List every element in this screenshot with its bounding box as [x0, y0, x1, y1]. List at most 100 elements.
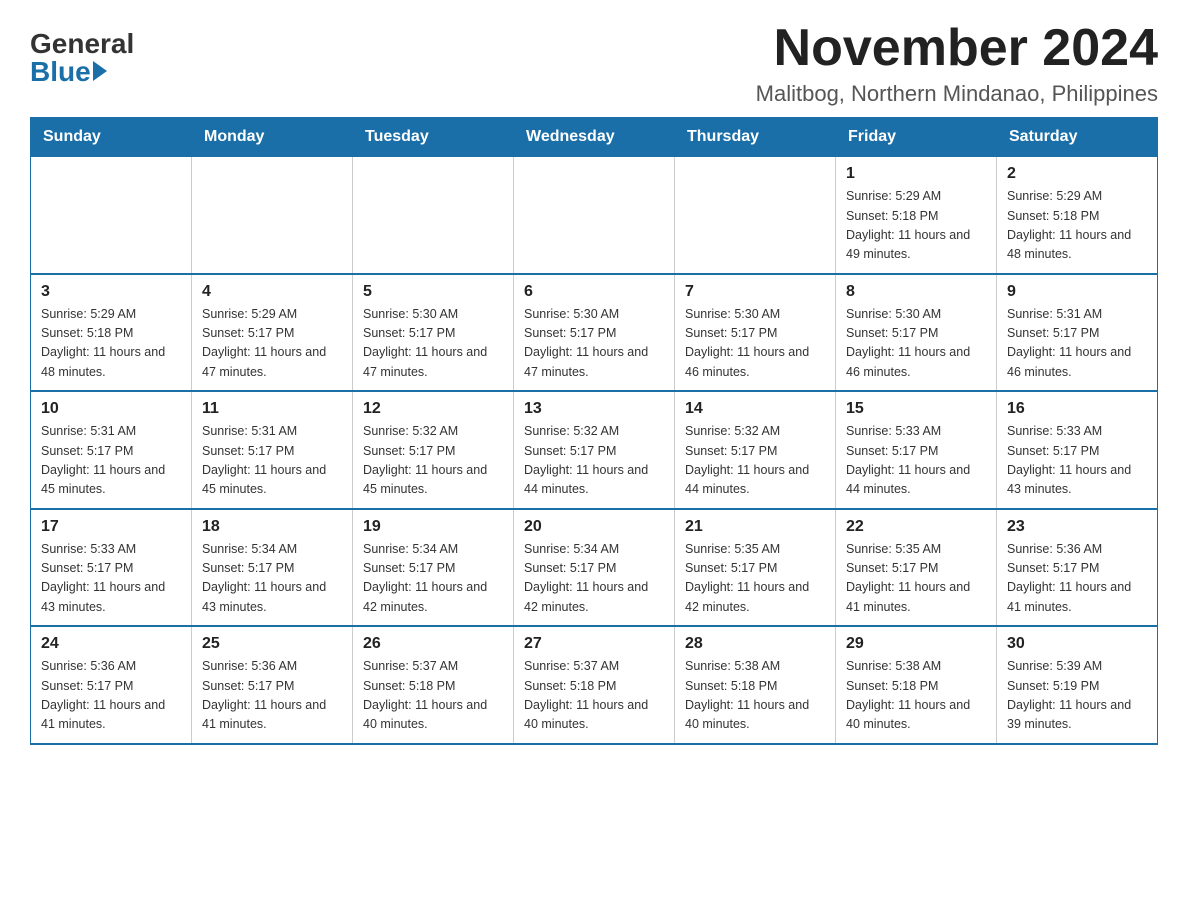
- calendar-day-cell: 30 Sunrise: 5:39 AMSunset: 5:19 PMDayligh…: [997, 626, 1158, 744]
- calendar-day-cell: 26Sunrise: 5:37 AMSunset: 5:18 PMDayligh…: [353, 626, 514, 744]
- day-number: 22: [846, 518, 986, 536]
- day-number: 10: [41, 400, 181, 418]
- day-number: 7: [685, 283, 825, 301]
- calendar-week-row: 3 Sunrise: 5:29 AMSunset: 5:18 PMDaylight…: [31, 274, 1158, 392]
- calendar-day-cell: 15 Sunrise: 5:33 AMSunset: 5:17 PMDayligh…: [836, 391, 997, 509]
- calendar-day-cell: 17 Sunrise: 5:33 AMSunset: 5:17 PMDayligh…: [31, 509, 192, 627]
- day-number: 27: [524, 635, 664, 653]
- day-number: 2: [1007, 165, 1147, 183]
- calendar-table: SundayMondayTuesdayWednesdayThursdayFrid…: [30, 117, 1158, 745]
- calendar-day-cell: 7Sunrise: 5:30 AMSunset: 5:17 PMDaylight…: [675, 274, 836, 392]
- calendar-day-cell: 2 Sunrise: 5:29 AMSunset: 5:18 PMDaylight…: [997, 157, 1158, 274]
- day-sun-info: Sunrise: 5:32 AMSunset: 5:17 PMDaylight:…: [363, 422, 503, 500]
- day-number: 29: [846, 635, 986, 653]
- calendar-day-cell: 27 Sunrise: 5:37 AMSunset: 5:18 PMDayligh…: [514, 626, 675, 744]
- day-sun-info: Sunrise: 5:29 AMSunset: 5:17 PMDaylight:…: [202, 305, 342, 383]
- day-number: 21: [685, 518, 825, 536]
- day-sun-info: Sunrise: 5:31 AMSunset: 5:17 PMDaylight:…: [1007, 305, 1147, 383]
- calendar-day-cell: 19 Sunrise: 5:34 AMSunset: 5:17 PMDayligh…: [353, 509, 514, 627]
- day-sun-info: Sunrise: 5:39 AMSunset: 5:19 PMDaylight:…: [1007, 657, 1147, 735]
- day-sun-info: Sunrise: 5:30 AMSunset: 5:17 PMDaylight:…: [363, 305, 503, 383]
- logo-triangle-icon: [93, 61, 107, 81]
- title-section: November 2024 Malitbog, Northern Mindana…: [756, 20, 1158, 107]
- day-number: 25: [202, 635, 342, 653]
- day-number: 20: [524, 518, 664, 536]
- day-of-week-header: Saturday: [997, 118, 1158, 157]
- day-number: 23: [1007, 518, 1147, 536]
- day-sun-info: Sunrise: 5:32 AMSunset: 5:17 PMDaylight:…: [685, 422, 825, 500]
- month-year-title: November 2024: [756, 20, 1158, 77]
- calendar-day-cell: 9 Sunrise: 5:31 AMSunset: 5:17 PMDaylight…: [997, 274, 1158, 392]
- day-number: 5: [363, 283, 503, 301]
- calendar-day-cell: 1 Sunrise: 5:29 AMSunset: 5:18 PMDaylight…: [836, 157, 997, 274]
- day-number: 3: [41, 283, 181, 301]
- day-number: 28: [685, 635, 825, 653]
- logo-general-text: General: [30, 30, 134, 58]
- calendar-week-row: 17 Sunrise: 5:33 AMSunset: 5:17 PMDayligh…: [31, 509, 1158, 627]
- day-number: 6: [524, 283, 664, 301]
- calendar-day-cell: 18 Sunrise: 5:34 AMSunset: 5:17 PMDayligh…: [192, 509, 353, 627]
- day-number: 4: [202, 283, 342, 301]
- day-number: 19: [363, 518, 503, 536]
- day-number: 14: [685, 400, 825, 418]
- day-of-week-header: Wednesday: [514, 118, 675, 157]
- calendar-day-cell: 14 Sunrise: 5:32 AMSunset: 5:17 PMDayligh…: [675, 391, 836, 509]
- calendar-day-cell: 13 Sunrise: 5:32 AMSunset: 5:17 PMDayligh…: [514, 391, 675, 509]
- calendar-day-cell: [353, 157, 514, 274]
- day-of-week-header: Tuesday: [353, 118, 514, 157]
- day-sun-info: Sunrise: 5:34 AMSunset: 5:17 PMDaylight:…: [202, 540, 342, 618]
- calendar-body: 1 Sunrise: 5:29 AMSunset: 5:18 PMDaylight…: [31, 157, 1158, 744]
- day-sun-info: Sunrise: 5:29 AMSunset: 5:18 PMDaylight:…: [41, 305, 181, 383]
- calendar-week-row: 10 Sunrise: 5:31 AMSunset: 5:17 PMDayligh…: [31, 391, 1158, 509]
- day-sun-info: Sunrise: 5:36 AMSunset: 5:17 PMDaylight:…: [202, 657, 342, 735]
- location-subtitle: Malitbog, Northern Mindanao, Philippines: [756, 81, 1158, 107]
- day-number: 17: [41, 518, 181, 536]
- day-sun-info: Sunrise: 5:31 AMSunset: 5:17 PMDaylight:…: [202, 422, 342, 500]
- day-sun-info: Sunrise: 5:35 AMSunset: 5:17 PMDaylight:…: [846, 540, 986, 618]
- days-of-week-row: SundayMondayTuesdayWednesdayThursdayFrid…: [31, 118, 1158, 157]
- day-number: 15: [846, 400, 986, 418]
- calendar-day-cell: 25 Sunrise: 5:36 AMSunset: 5:17 PMDayligh…: [192, 626, 353, 744]
- calendar-day-cell: 23Sunrise: 5:36 AMSunset: 5:17 PMDayligh…: [997, 509, 1158, 627]
- logo: General Blue: [30, 30, 134, 86]
- calendar-day-cell: 3 Sunrise: 5:29 AMSunset: 5:18 PMDaylight…: [31, 274, 192, 392]
- calendar-day-cell: [675, 157, 836, 274]
- calendar-day-cell: 12Sunrise: 5:32 AMSunset: 5:17 PMDayligh…: [353, 391, 514, 509]
- day-number: 8: [846, 283, 986, 301]
- day-number: 24: [41, 635, 181, 653]
- day-sun-info: Sunrise: 5:38 AMSunset: 5:18 PMDaylight:…: [846, 657, 986, 735]
- calendar-day-cell: 8 Sunrise: 5:30 AMSunset: 5:17 PMDaylight…: [836, 274, 997, 392]
- calendar-day-cell: 22 Sunrise: 5:35 AMSunset: 5:17 PMDayligh…: [836, 509, 997, 627]
- calendar-day-cell: [514, 157, 675, 274]
- day-sun-info: Sunrise: 5:33 AMSunset: 5:17 PMDaylight:…: [846, 422, 986, 500]
- day-sun-info: Sunrise: 5:32 AMSunset: 5:17 PMDaylight:…: [524, 422, 664, 500]
- day-sun-info: Sunrise: 5:30 AMSunset: 5:17 PMDaylight:…: [524, 305, 664, 383]
- calendar-day-cell: 28 Sunrise: 5:38 AMSunset: 5:18 PMDayligh…: [675, 626, 836, 744]
- day-sun-info: Sunrise: 5:29 AMSunset: 5:18 PMDaylight:…: [1007, 187, 1147, 265]
- day-sun-info: Sunrise: 5:38 AMSunset: 5:18 PMDaylight:…: [685, 657, 825, 735]
- day-sun-info: Sunrise: 5:34 AMSunset: 5:17 PMDaylight:…: [524, 540, 664, 618]
- day-number: 18: [202, 518, 342, 536]
- day-number: 26: [363, 635, 503, 653]
- day-of-week-header: Sunday: [31, 118, 192, 157]
- calendar-day-cell: 20 Sunrise: 5:34 AMSunset: 5:17 PMDayligh…: [514, 509, 675, 627]
- day-number: 1: [846, 165, 986, 183]
- day-sun-info: Sunrise: 5:29 AMSunset: 5:18 PMDaylight:…: [846, 187, 986, 265]
- day-number: 30: [1007, 635, 1147, 653]
- day-sun-info: Sunrise: 5:33 AMSunset: 5:17 PMDaylight:…: [41, 540, 181, 618]
- calendar-day-cell: 11Sunrise: 5:31 AMSunset: 5:17 PMDayligh…: [192, 391, 353, 509]
- day-sun-info: Sunrise: 5:33 AMSunset: 5:17 PMDaylight:…: [1007, 422, 1147, 500]
- calendar-day-cell: 5 Sunrise: 5:30 AMSunset: 5:17 PMDaylight…: [353, 274, 514, 392]
- day-sun-info: Sunrise: 5:34 AMSunset: 5:17 PMDaylight:…: [363, 540, 503, 618]
- day-number: 13: [524, 400, 664, 418]
- calendar-day-cell: 21Sunrise: 5:35 AMSunset: 5:17 PMDayligh…: [675, 509, 836, 627]
- page-header: General Blue November 2024 Malitbog, Nor…: [30, 20, 1158, 107]
- day-number: 9: [1007, 283, 1147, 301]
- day-sun-info: Sunrise: 5:37 AMSunset: 5:18 PMDaylight:…: [524, 657, 664, 735]
- day-sun-info: Sunrise: 5:30 AMSunset: 5:17 PMDaylight:…: [846, 305, 986, 383]
- day-of-week-header: Friday: [836, 118, 997, 157]
- calendar-week-row: 24 Sunrise: 5:36 AMSunset: 5:17 PMDayligh…: [31, 626, 1158, 744]
- calendar-day-cell: 24Sunrise: 5:36 AMSunset: 5:17 PMDayligh…: [31, 626, 192, 744]
- logo-blue-text: Blue: [30, 58, 91, 86]
- calendar-day-cell: 6 Sunrise: 5:30 AMSunset: 5:17 PMDaylight…: [514, 274, 675, 392]
